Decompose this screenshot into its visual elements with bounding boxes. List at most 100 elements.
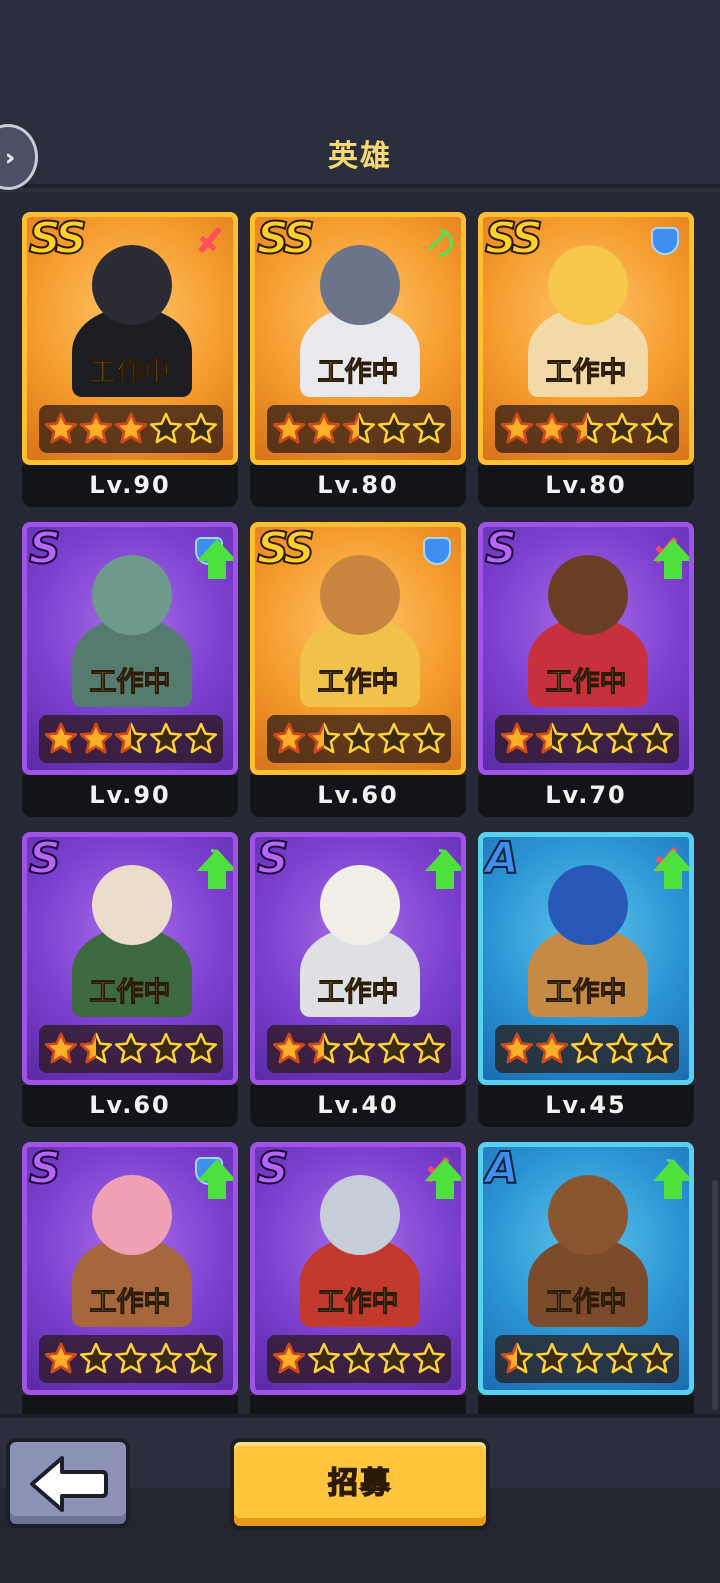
star-icon: [272, 722, 306, 756]
star-icon: [535, 412, 569, 446]
hero-portrait-frame: S 工作中: [250, 832, 466, 1085]
hero-portrait-frame: S 工作中: [250, 1142, 466, 1395]
star-icon: [342, 412, 376, 446]
star-icon: [535, 1032, 569, 1066]
hero-level-label: Lv.45: [478, 1085, 694, 1127]
hero-level-label: Lv.80: [250, 465, 466, 507]
hero-rank-badge: S: [484, 523, 518, 575]
star-icon: [149, 1342, 183, 1376]
star-icon: [412, 722, 446, 756]
star-icon: [605, 1032, 639, 1066]
recruit-button[interactable]: 招募: [230, 1438, 490, 1530]
hero-status-label: 工作中: [317, 667, 399, 699]
star-icon: [149, 412, 183, 446]
star-rating: [267, 715, 451, 763]
star-icon: [500, 722, 534, 756]
hero-status-label: 工作中: [317, 1287, 399, 1319]
star-icon: [114, 722, 148, 756]
hero-portrait-frame: S 工作中: [478, 522, 694, 775]
hero-portrait-frame: S 工作中: [22, 832, 238, 1085]
upgrade-arrow-icon: [653, 539, 689, 579]
hero-portrait-frame: SS 工作中: [22, 212, 238, 465]
hero-rank-badge: S: [28, 523, 62, 575]
upgrade-arrow-icon: [653, 1159, 689, 1199]
hero-rank-badge: SS: [256, 213, 316, 265]
star-icon: [605, 722, 639, 756]
star-icon: [500, 412, 534, 446]
star-icon: [412, 1342, 446, 1376]
star-rating: [267, 1025, 451, 1073]
hero-portrait-frame: SS 工作中: [250, 212, 466, 465]
hero-rank-badge: A: [484, 1143, 520, 1195]
star-rating: [39, 1025, 223, 1073]
star-icon: [412, 412, 446, 446]
star-rating: [495, 715, 679, 763]
hero-level-label: [22, 1395, 238, 1414]
star-icon: [377, 1342, 411, 1376]
hero-portrait-frame: A 工作中: [478, 1142, 694, 1395]
star-icon: [342, 722, 376, 756]
page-title: 英雄: [328, 139, 392, 174]
hero-rank-badge: S: [28, 833, 62, 885]
star-icon: [184, 1342, 218, 1376]
star-rating: [39, 405, 223, 453]
hero-rank-badge: SS: [256, 523, 316, 575]
hero-portrait-frame: A 工作中: [478, 832, 694, 1085]
star-icon: [114, 412, 148, 446]
hero-level-label: [478, 1395, 694, 1414]
star-icon: [535, 1342, 569, 1376]
star-icon: [377, 1032, 411, 1066]
star-icon: [272, 412, 306, 446]
hero-level-label: Lv.60: [250, 775, 466, 817]
star-icon: [114, 1342, 148, 1376]
star-icon: [184, 1032, 218, 1066]
star-icon: [640, 1032, 674, 1066]
star-icon: [570, 1342, 604, 1376]
star-icon: [79, 412, 113, 446]
star-icon: [412, 1032, 446, 1066]
hero-level-label: Lv.70: [478, 775, 694, 817]
hero-rank-badge: SS: [484, 213, 544, 265]
hero-rank-badge: S: [256, 833, 290, 885]
star-icon: [377, 412, 411, 446]
upgrade-arrow-icon: [653, 849, 689, 889]
upgrade-arrow-icon: [425, 849, 461, 889]
bow-role-icon: [423, 227, 451, 255]
star-icon: [307, 412, 341, 446]
star-icon: [272, 1032, 306, 1066]
shield-role-icon: [423, 537, 451, 565]
hero-rank-badge: S: [28, 1143, 62, 1195]
hero-portrait-frame: S 工作中: [22, 522, 238, 775]
hero-status-label: 工作中: [89, 1287, 171, 1319]
hero-level-label: Lv.40: [250, 1085, 466, 1127]
hero-rank-badge: A: [484, 833, 520, 885]
hero-portrait-frame: SS 工作中: [478, 212, 694, 465]
hero-level-label: Lv.90: [22, 465, 238, 507]
sword-role-icon: [195, 227, 223, 255]
star-icon: [44, 1342, 78, 1376]
hero-level-label: Lv.60: [22, 1085, 238, 1127]
star-icon: [640, 1342, 674, 1376]
star-icon: [500, 1032, 534, 1066]
hero-grid[interactable]: SS 工作中 Lv.90 SS 工作中 Lv.80 SS 工作中 Lv.80 S 工作中 Lv.90 S…: [0, 192, 720, 1414]
hero-status-label: 工作中: [89, 667, 171, 699]
hero-status-label: 工作中: [89, 977, 171, 1009]
star-icon: [307, 722, 341, 756]
back-button[interactable]: [6, 1438, 130, 1528]
star-icon: [605, 1342, 639, 1376]
star-rating: [495, 1335, 679, 1383]
star-icon: [44, 412, 78, 446]
star-icon: [342, 1032, 376, 1066]
star-icon: [272, 1342, 306, 1376]
star-rating: [39, 715, 223, 763]
star-icon: [377, 722, 411, 756]
star-icon: [114, 1032, 148, 1066]
star-icon: [184, 412, 218, 446]
upgrade-arrow-icon: [197, 1159, 233, 1199]
upgrade-arrow-icon: [197, 539, 233, 579]
upgrade-arrow-icon: [197, 849, 233, 889]
scrollbar-thumb[interactable]: [712, 1180, 718, 1410]
shield-role-icon: [651, 227, 679, 255]
status-bar-area: [0, 0, 720, 116]
hero-status-label: 工作中: [317, 977, 399, 1009]
